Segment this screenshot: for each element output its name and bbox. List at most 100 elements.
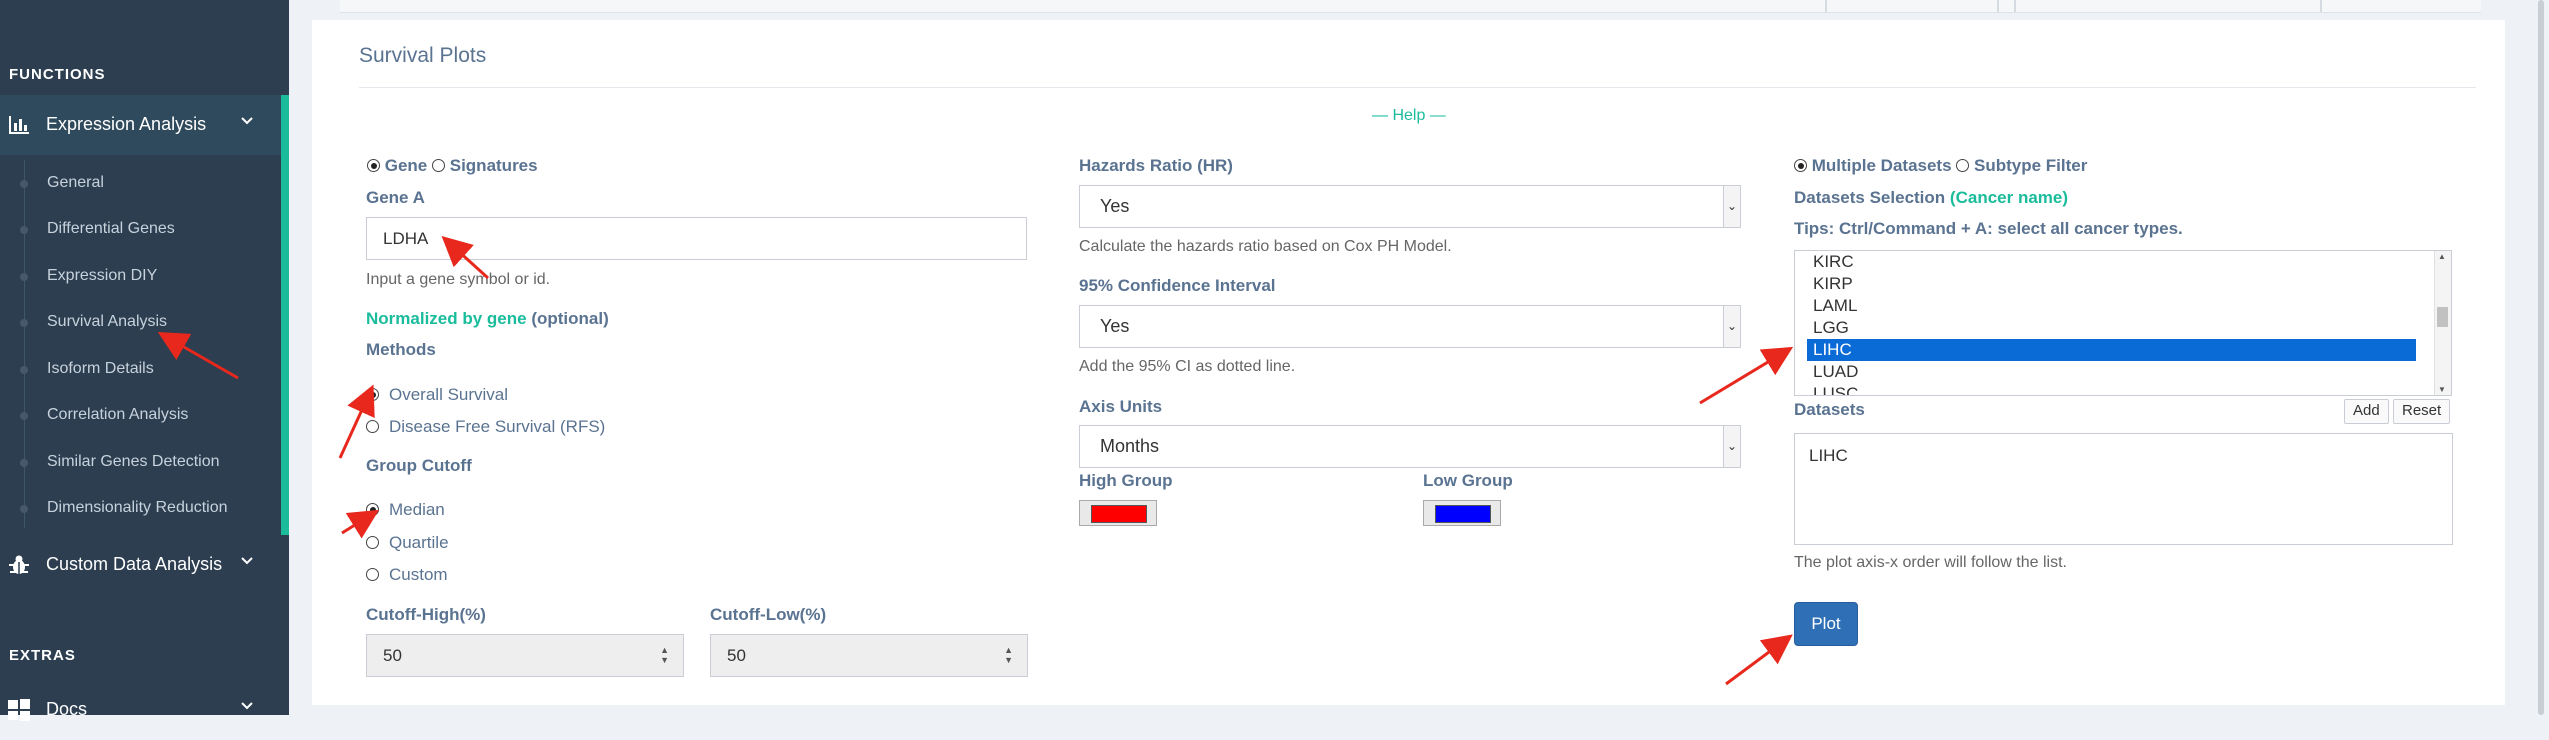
cutoff-low-label: Cutoff-Low(%) [710,605,827,624]
sidebar-item-label: General [47,174,104,191]
spinner-icon[interactable]: ▲ ▼ [1004,645,1013,665]
bullet-icon [20,273,28,281]
cutoff-label: Custom [389,565,448,584]
spinner-icon[interactable]: ▲ ▼ [660,645,669,665]
datasets-listbox[interactable]: KIRC KIRP LAML LGG LIHC LUAD LUSC ▲ ▼ [1794,250,2452,396]
dataset-option-lusc[interactable]: LUSC [1807,383,2416,395]
input-type-radio-group: Gene Signatures [367,156,538,176]
hazards-ratio-hint: Calculate the hazards ratio based on Cox… [1079,238,1452,255]
dataset-mode-radio-group: Multiple Datasets Subtype Filter [1794,156,2087,176]
add-button[interactable]: Add [2344,399,2389,424]
method-disease-free-survival[interactable]: Disease Free Survival (RFS) [366,417,605,437]
low-group-label: Low Group [1423,471,1513,490]
chevron-down-icon: ⌄ [1723,306,1740,347]
menu-expression-analysis[interactable]: Expression Analysis [0,95,289,155]
radio-button[interactable] [366,536,379,549]
radio-button[interactable] [366,388,379,401]
cutoff-median[interactable]: Median [366,500,445,520]
menu-docs[interactable]: Docs [0,680,289,740]
dataset-option-luad[interactable]: LUAD [1807,361,2416,383]
select-all-tip: Tips: Ctrl/Command + A: select all cance… [1794,219,2183,238]
method-overall-survival[interactable]: Overall Survival [366,385,508,405]
normalized-by-gene-label[interactable]: Normalized by gene (optional) [366,309,609,329]
help-link[interactable]: — Help — [1372,107,1446,125]
bar-chart-icon [7,113,31,137]
dataset-option-lihc[interactable]: LIHC [1807,339,2416,361]
scrollbar-thumb[interactable] [2437,307,2448,327]
bullet-icon [20,180,28,188]
sidebar-item-survival-analysis[interactable]: Survival Analysis [0,299,281,345]
scroll-down-icon[interactable]: ▼ [2438,385,2446,394]
scrollbar-thumb[interactable] [2538,0,2544,715]
low-group-color-fill [1435,505,1491,523]
gene-radio[interactable] [367,159,380,172]
radio-button[interactable] [366,503,379,516]
cutoff-custom[interactable]: Custom [366,565,448,585]
page-scrollbar[interactable] [2532,0,2549,715]
bullet-icon [20,366,28,374]
tab-divider [2320,0,2322,12]
tab-divider [2014,0,2016,12]
cutoff-high-input[interactable]: 50 ▲ ▼ [366,634,684,677]
sidebar-item-dimensionality-reduction[interactable]: Dimensionality Reduction [0,485,281,531]
datasets-textarea[interactable]: LIHC [1794,433,2453,545]
cutoff-low-value: 50 [727,646,746,665]
cutoff-low-input[interactable]: 50 ▲ ▼ [710,634,1028,677]
sidebar-item-label: Isoform Details [47,360,154,377]
datasets-selection-label: Datasets Selection (Cancer name) [1794,188,2068,208]
tab-divider [1825,0,1827,12]
top-tab-strip [340,0,2481,13]
cutoff-quartile[interactable]: Quartile [366,533,449,553]
high-group-color-picker[interactable] [1079,500,1157,526]
hazards-ratio-select[interactable]: Yes ⌄ [1079,185,1741,228]
radio-button[interactable] [366,420,379,433]
signatures-radio[interactable] [432,159,445,172]
sidebar-item-label: Dimensionality Reduction [47,499,228,516]
dataset-option-kirp[interactable]: KIRP [1807,273,2416,295]
sidebar-item-correlation-analysis[interactable]: Correlation Analysis [0,392,281,438]
gene-a-input[interactable]: LDHA [366,217,1027,260]
low-group-color-picker[interactable] [1423,500,1501,526]
bullet-icon [20,459,28,467]
windows-icon [7,698,31,722]
axis-units-select[interactable]: Months ⌄ [1079,425,1741,468]
dataset-option-kirc[interactable]: KIRC [1807,251,2416,273]
chevron-down-icon: ⌄ [1723,186,1740,227]
multiple-datasets-label: Multiple Datasets [1811,156,1952,175]
tab-divider [1997,0,1999,12]
subtype-filter-label: Subtype Filter [1974,156,2088,175]
cancer-name-note: (Cancer name) [1949,188,2069,207]
datasets-label: Datasets [1794,400,1865,419]
sidebar-item-general[interactable]: General [0,160,281,206]
hazards-ratio-label: Hazards Ratio (HR) [1079,156,1233,175]
cutoff-high-label: Cutoff-High(%) [366,605,486,624]
functions-heading: FUNCTIONS [9,66,106,83]
scroll-up-icon[interactable]: ▲ [2438,252,2446,261]
radio-button[interactable] [366,568,379,581]
dataset-option-laml[interactable]: LAML [1807,295,2416,317]
bullet-icon [20,505,28,513]
sidebar-item-isoform-details[interactable]: Isoform Details [0,346,281,392]
bullet-icon [20,319,28,327]
gene-a-label: Gene A [366,188,425,207]
sidebar-item-differential-genes[interactable]: Differential Genes [0,206,281,252]
sidebar-item-similar-genes[interactable]: Similar Genes Detection [0,439,281,485]
reset-button[interactable]: Reset [2393,399,2451,424]
cutoff-high-value: 50 [383,646,402,665]
methods-label: Methods [366,340,436,359]
group-cutoff-label: Group Cutoff [366,456,472,475]
confidence-interval-select[interactable]: Yes ⌄ [1079,305,1741,348]
menu-custom-data-analysis[interactable]: Custom Data Analysis [0,535,289,595]
subtype-filter-radio[interactable] [1956,159,1970,172]
multiple-datasets-radio[interactable] [1794,159,1807,172]
normalized-by-gene-link[interactable]: Normalized by gene [366,309,527,328]
plot-button[interactable]: Plot [1794,602,1858,646]
axis-units-label: Axis Units [1079,397,1163,416]
dataset-option-lgg[interactable]: LGG [1807,317,2416,339]
sidebar-item-label: Survival Analysis [47,313,168,330]
method-label: Disease Free Survival (RFS) [389,417,606,436]
menu-expression-analysis-label: Expression Analysis [46,114,207,134]
high-group-label: High Group [1079,471,1173,490]
sidebar-item-expression-diy[interactable]: Expression DIY [0,253,281,299]
listbox-scrollbar[interactable]: ▲ ▼ [2434,251,2451,395]
